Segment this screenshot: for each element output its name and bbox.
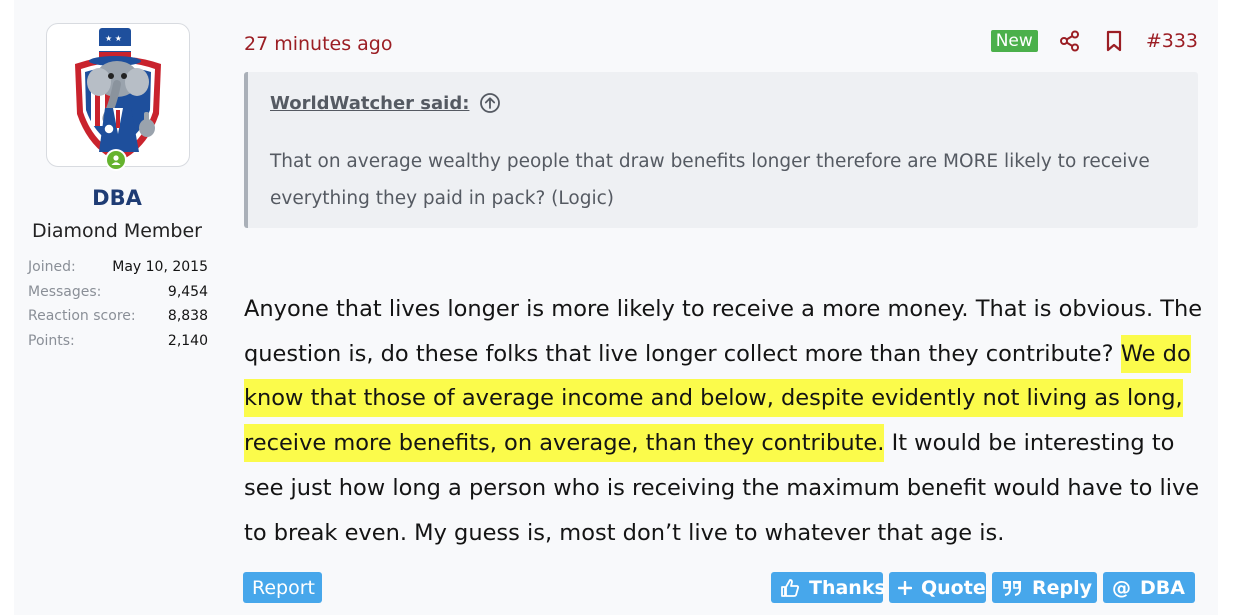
thumbs-up-icon — [780, 578, 800, 598]
quote-label: Quote — [921, 576, 986, 599]
message-text: Anyone that lives longer is more likely … — [244, 296, 1203, 367]
stat-joined: Joined: May 10, 2015 — [28, 255, 208, 280]
post-message: Anyone that lives longer is more likely … — [244, 287, 1204, 555]
report-label: Report — [252, 576, 315, 599]
post-number-link[interactable]: #333 — [1146, 30, 1198, 52]
svg-text:★ ★: ★ ★ — [105, 34, 122, 43]
post-timestamp[interactable]: 27 minutes ago — [244, 33, 393, 55]
stat-label: Joined: — [28, 259, 76, 276]
stat-label: Reaction score: — [28, 308, 136, 325]
elephant-mascot-icon: ★ ★ ★ ★ — [75, 28, 161, 162]
user-stats: Joined: May 10, 2015 Messages: 9,454 Rea… — [28, 255, 208, 353]
post-actions: New #333 — [990, 29, 1198, 53]
report-button[interactable]: Report — [243, 572, 322, 603]
plus-icon — [898, 580, 912, 595]
share-icon[interactable] — [1058, 29, 1082, 53]
quote-author-label[interactable]: WorldWatcher said: — [270, 93, 469, 114]
forum-post: ★ ★ ★ ★ — [14, 0, 1218, 615]
stat-points: Points: 2,140 — [28, 329, 208, 354]
user-icon — [111, 155, 121, 165]
online-status-indicator — [105, 149, 127, 171]
thanks-label: Thanks — [809, 576, 886, 599]
stat-reaction-score: Reaction score: 8,838 — [28, 304, 208, 329]
stat-value[interactable]: 2,140 — [168, 333, 208, 349]
quote-block: WorldWatcher said: That on average wealt… — [244, 72, 1198, 228]
user-title: Diamond Member — [32, 220, 202, 242]
stat-value: May 10, 2015 — [112, 259, 208, 276]
avatar[interactable]: ★ ★ ★ ★ — [46, 23, 190, 167]
quote-button[interactable]: Quote — [889, 572, 986, 603]
stat-messages: Messages: 9,454 — [28, 280, 208, 305]
quote-text: That on average wealthy people that draw… — [270, 151, 1150, 209]
reply-button[interactable]: Reply — [992, 572, 1097, 603]
mention-label: DBA — [1140, 576, 1185, 599]
thanks-button[interactable]: Thanks — [771, 572, 886, 603]
arrow-up-circle-icon[interactable] — [479, 92, 501, 114]
stat-value: 8,838 — [167, 308, 208, 325]
user-cell: ★ ★ ★ ★ — [14, 0, 230, 615]
quote-marks-icon — [1001, 579, 1023, 597]
stat-label: Messages: — [28, 283, 102, 300]
mention-button[interactable]: @ DBA — [1103, 572, 1195, 603]
stat-label: Points: — [28, 332, 75, 349]
reply-label: Reply — [1032, 576, 1093, 599]
username-link[interactable]: DBA — [14, 186, 220, 210]
quote-author[interactable]: WorldWatcher said: — [270, 92, 501, 114]
bookmark-icon[interactable] — [1102, 29, 1126, 53]
new-badge: New — [990, 30, 1038, 52]
stat-value[interactable]: 9,454 — [168, 284, 208, 300]
at-sign-icon: @ — [1112, 576, 1131, 599]
